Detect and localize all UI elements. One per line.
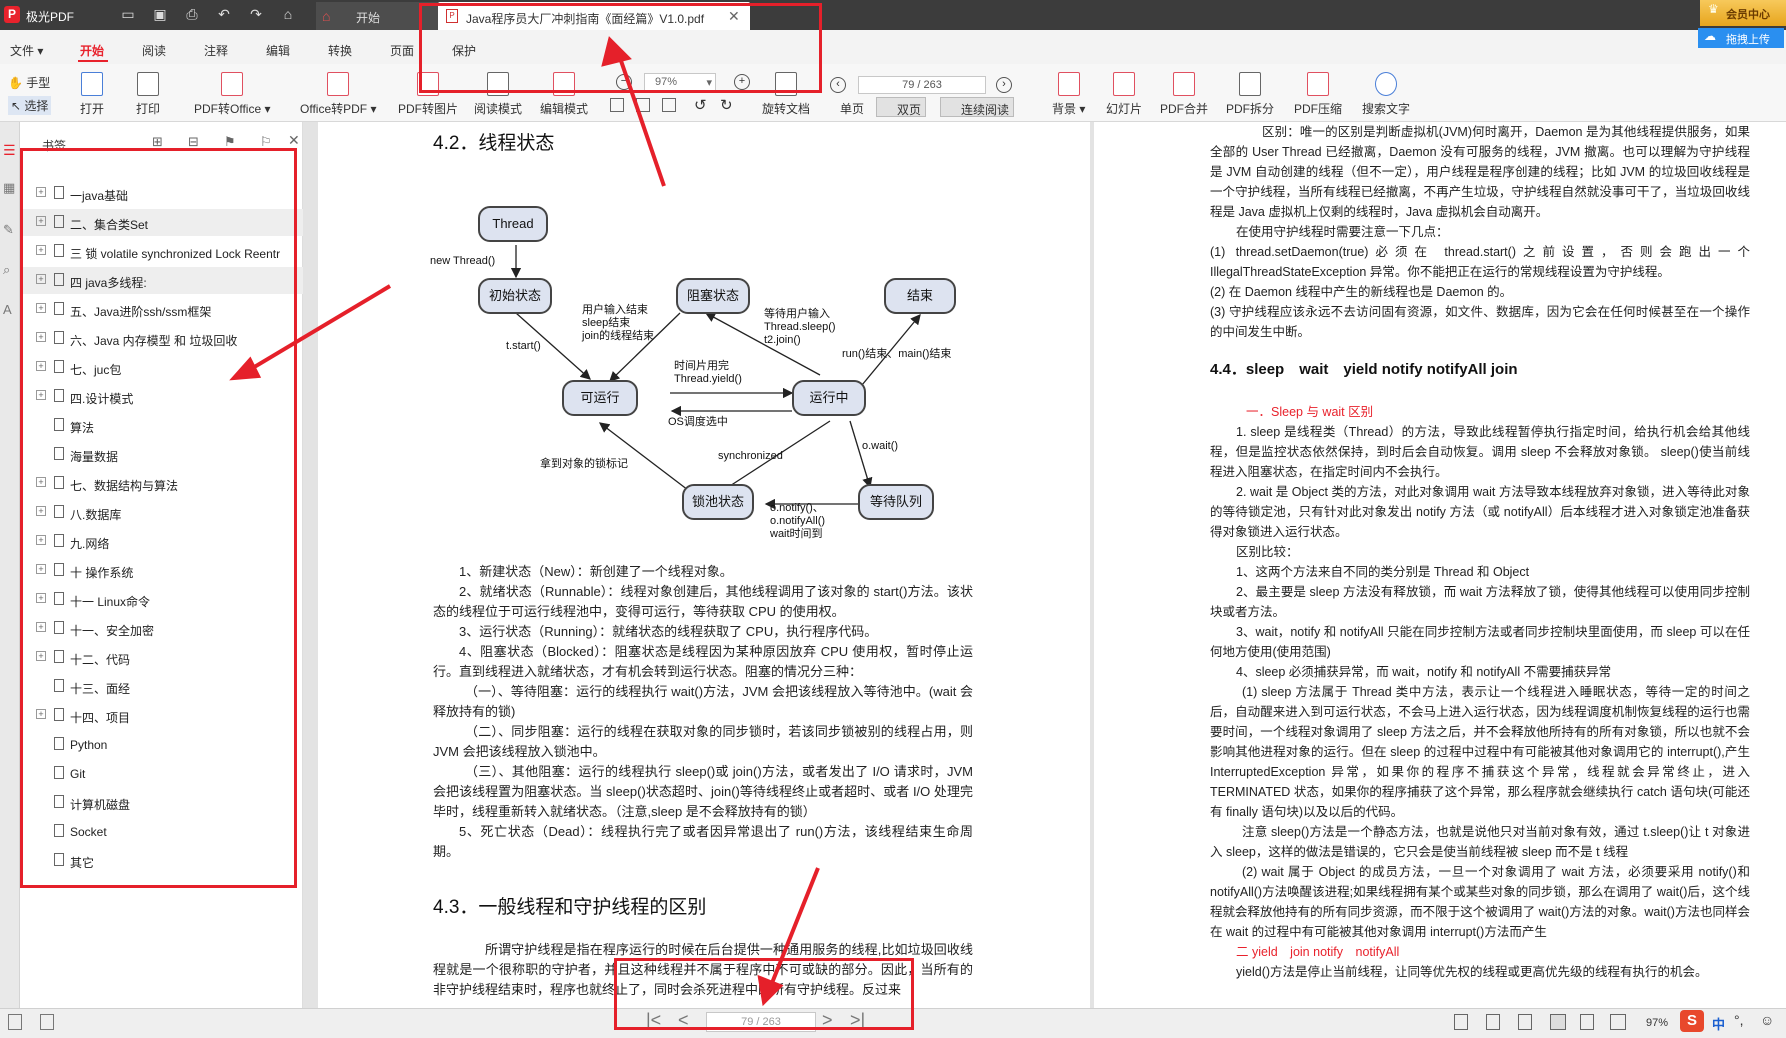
annotation-arrow-up — [616, 51, 666, 187]
annotation-arrowhead-left — [229, 356, 262, 381]
annotation-arrowhead-up — [601, 36, 632, 67]
annotation-arrow-left — [244, 284, 392, 374]
annotation-arrows — [229, 36, 820, 1007]
annotation-arrow-down — [768, 867, 820, 989]
annotation-arrowhead-down — [757, 974, 784, 1007]
